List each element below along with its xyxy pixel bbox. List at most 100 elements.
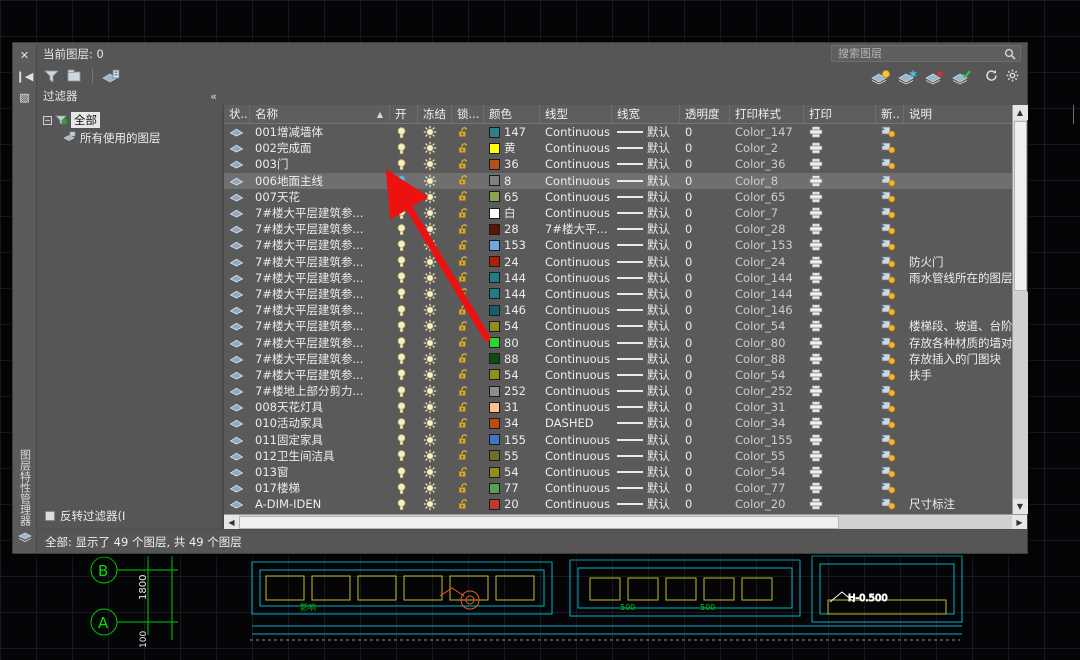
cell-lock[interactable] — [452, 302, 484, 318]
cell-on[interactable] — [390, 205, 418, 221]
table-row[interactable]: 7#楼大平层建筑参... 80 Continuous 默认 0 Color_80 存放各… — [224, 334, 1012, 350]
cell-lweight[interactable]: 默认 — [612, 140, 680, 156]
cell-status[interactable] — [224, 464, 250, 480]
cell-plotstyle[interactable]: Color_55 — [730, 448, 804, 464]
cell-status[interactable] — [224, 237, 250, 253]
lightbulb-on-icon[interactable] — [395, 239, 408, 252]
cell-plotstyle[interactable]: Color_144 — [730, 286, 804, 302]
table-row[interactable]: 7#楼大平层建筑参... 144 Continuous 默认 0 Color_144 雨… — [224, 270, 1012, 286]
cell-desc[interactable] — [904, 383, 1012, 399]
new-vp-freeze-icon[interactable] — [881, 142, 896, 154]
cell-status[interactable] — [224, 124, 250, 140]
table-row[interactable]: A-DIM-IDEN 20 Continuous 默认 0 Color_20 尺寸标注 — [224, 496, 1012, 512]
cell-name[interactable]: 006地面主线 — [250, 173, 390, 189]
cell-transp[interactable]: 0 — [680, 302, 730, 318]
cell-plotstyle[interactable]: Color_252 — [730, 383, 804, 399]
cell-color[interactable]: 54 — [484, 464, 540, 480]
new-vp-freeze-icon[interactable] — [881, 466, 896, 478]
tree-expand-icon[interactable]: − — [43, 115, 52, 125]
cell-desc[interactable] — [904, 237, 1012, 253]
column-header-plot[interactable]: 打印 — [804, 104, 876, 124]
cell-status[interactable] — [224, 415, 250, 431]
cell-ltype[interactable]: Continuous — [540, 464, 612, 480]
filter-tree-root[interactable]: − 全部 — [43, 111, 222, 129]
table-row[interactable]: 7#楼地上部分剪力... 252 Continuous 默认 0 Color_252 — [224, 383, 1012, 399]
cell-name[interactable]: 002完成面 — [250, 140, 390, 156]
unlocked-padlock-icon[interactable] — [457, 287, 470, 300]
cell-ltype[interactable]: Continuous — [540, 399, 612, 415]
cell-color[interactable]: 65 — [484, 189, 540, 205]
cell-ltype[interactable]: Continuous — [540, 432, 612, 448]
cell-desc[interactable] — [904, 302, 1012, 318]
cell-transp[interactable]: 0 — [680, 140, 730, 156]
cell-on[interactable] — [390, 140, 418, 156]
cell-ltype[interactable]: Continuous — [540, 448, 612, 464]
cell-lweight[interactable]: 默认 — [612, 221, 680, 237]
lightbulb-off-icon[interactable] — [395, 174, 408, 187]
cell-ltype[interactable]: Continuous — [540, 205, 612, 221]
column-header-ltype[interactable]: 线型 — [540, 104, 612, 124]
cell-ltype[interactable]: Continuous — [540, 173, 612, 189]
cell-status[interactable] — [224, 254, 250, 270]
cell-color[interactable]: 54 — [484, 318, 540, 334]
cell-freeze[interactable] — [418, 173, 452, 189]
cell-lweight[interactable]: 默认 — [612, 173, 680, 189]
cell-on[interactable] — [390, 318, 418, 334]
lightbulb-on-icon[interactable] — [395, 287, 408, 300]
cell-name[interactable]: 017楼梯 — [250, 480, 390, 496]
cell-transp[interactable]: 0 — [680, 415, 730, 431]
cell-plotstyle[interactable]: Color_155 — [730, 432, 804, 448]
cell-desc[interactable] — [904, 415, 1012, 431]
cell-freeze[interactable] — [418, 383, 452, 399]
cell-plot[interactable] — [804, 254, 876, 270]
chevron-left-icon[interactable]: « — [210, 90, 217, 103]
cell-on[interactable] — [390, 124, 418, 140]
cell-transp[interactable]: 0 — [680, 205, 730, 221]
cell-transp[interactable]: 0 — [680, 318, 730, 334]
cell-lweight[interactable]: 默认 — [612, 270, 680, 286]
sun-thaw-icon[interactable] — [423, 449, 437, 463]
refresh-icon[interactable] — [985, 67, 998, 86]
cell-status[interactable] — [224, 496, 250, 512]
cell-lweight[interactable]: 默认 — [612, 156, 680, 172]
table-row[interactable]: 001增减墙体 147 Continuous 默认 0 Color_147 — [224, 124, 1012, 140]
cell-name[interactable]: 7#楼大平层建筑参... — [250, 334, 390, 350]
lightbulb-on-icon[interactable] — [395, 482, 408, 495]
cell-on[interactable] — [390, 254, 418, 270]
cell-newvp[interactable] — [876, 270, 904, 286]
cell-lweight[interactable]: 默认 — [612, 254, 680, 270]
plot-enabled-icon[interactable] — [809, 207, 823, 219]
cell-ltype[interactable]: Continuous — [540, 254, 612, 270]
filter-tree-panel[interactable]: − 全部 所有使用的图层 反转过滤器(I — [37, 105, 223, 529]
cell-freeze[interactable] — [418, 399, 452, 415]
sun-thaw-icon[interactable] — [423, 287, 437, 301]
cell-newvp[interactable] — [876, 383, 904, 399]
lightbulb-on-icon[interactable] — [395, 498, 408, 511]
cell-lock[interactable] — [452, 367, 484, 383]
cell-status[interactable] — [224, 367, 250, 383]
table-row[interactable]: 002完成面 黄 Continuous 默认 0 Color_2 — [224, 140, 1012, 156]
cell-newvp[interactable] — [876, 286, 904, 302]
unlocked-padlock-icon[interactable] — [457, 223, 470, 236]
sun-thaw-icon[interactable] — [423, 141, 437, 155]
cell-ltype[interactable]: Continuous — [540, 286, 612, 302]
cell-freeze[interactable] — [418, 254, 452, 270]
cell-plot[interactable] — [804, 124, 876, 140]
cell-transp[interactable]: 0 — [680, 399, 730, 415]
cell-name[interactable]: 7#楼大平层建筑参... — [250, 367, 390, 383]
cell-name[interactable]: 7#楼大平层建筑参... — [250, 286, 390, 302]
cell-color[interactable]: 155 — [484, 432, 540, 448]
cell-lweight[interactable]: 默认 — [612, 205, 680, 221]
new-vp-freeze-icon[interactable] — [881, 401, 896, 413]
cell-lweight[interactable]: 默认 — [612, 237, 680, 253]
scroll-down-button[interactable]: ▼ — [1012, 499, 1028, 514]
cell-transp[interactable]: 0 — [680, 286, 730, 302]
vscroll-track[interactable] — [1012, 292, 1028, 499]
cell-status[interactable] — [224, 156, 250, 172]
color-swatch[interactable] — [489, 158, 500, 170]
sun-thaw-icon[interactable] — [423, 271, 437, 285]
cell-status[interactable] — [224, 140, 250, 156]
column-header-name[interactable]: 名称 ▲ — [250, 104, 390, 124]
sun-thaw-icon[interactable] — [423, 336, 437, 350]
cell-desc[interactable]: 存放各种材质的墙对象 — [904, 334, 1012, 350]
